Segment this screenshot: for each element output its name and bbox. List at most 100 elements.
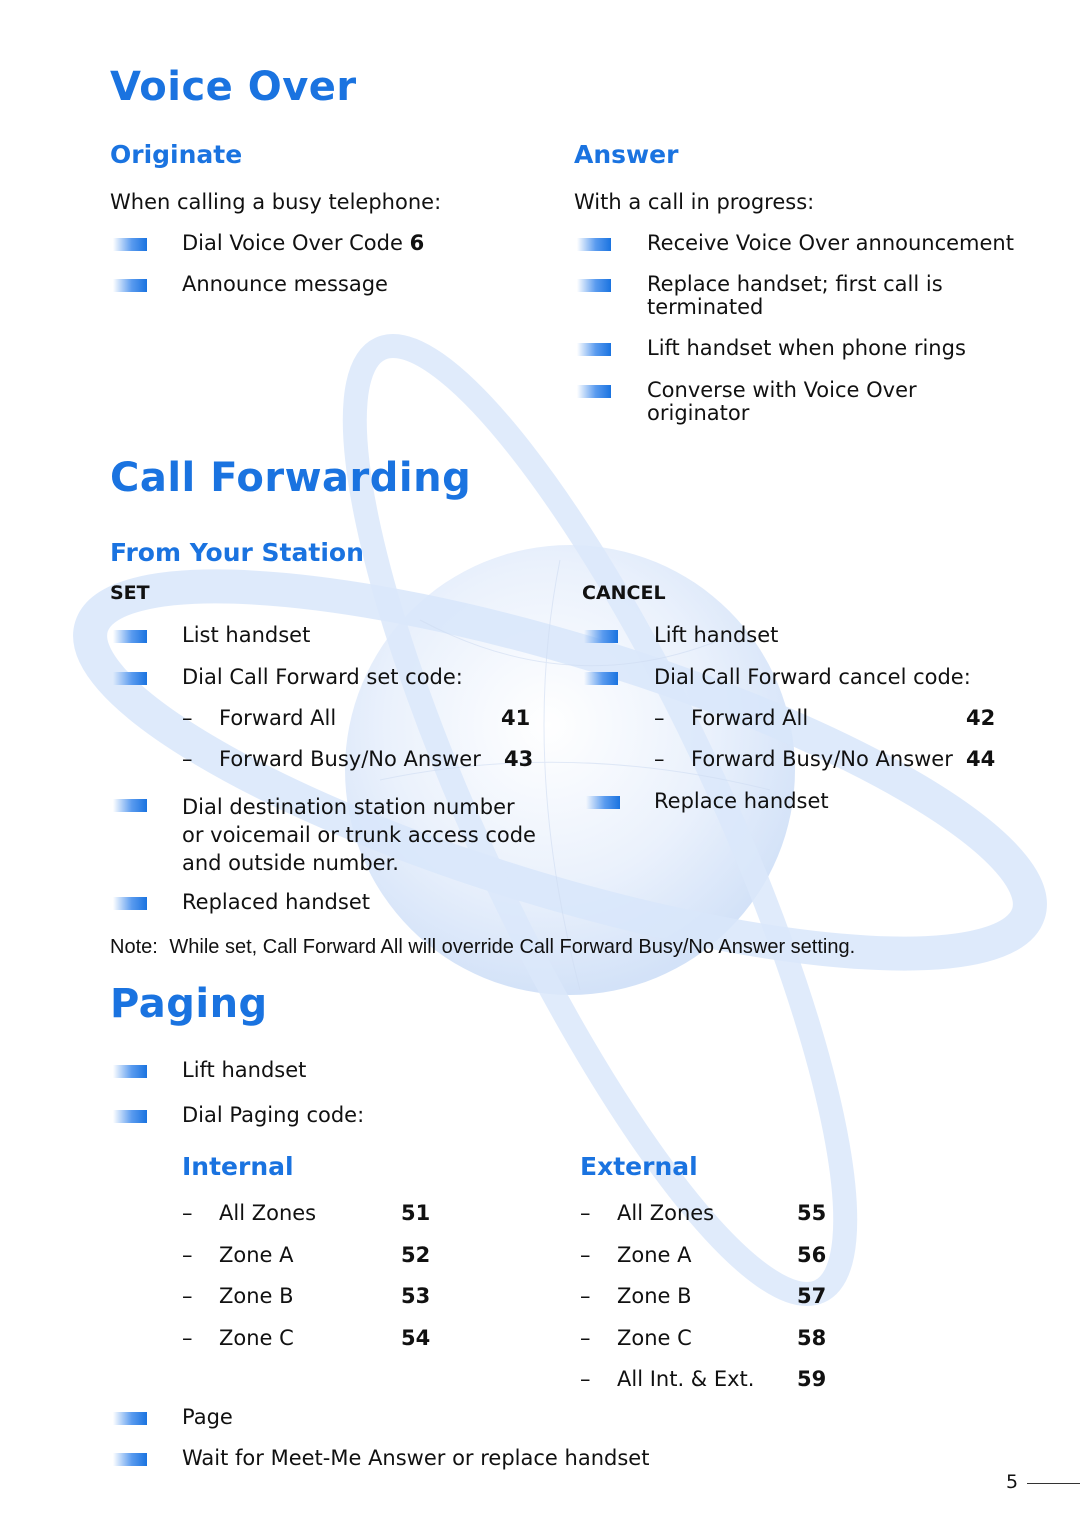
cancel-final-step: Replace handset <box>654 789 829 813</box>
paging-code-row: – Zone A 52 <box>182 1242 482 1286</box>
answer-heading: Answer <box>574 140 679 169</box>
internal-codes: – All Zones 51 – Zone A 52 – Zone B 53 – Zone C 54 <box>182 1202 482 1368</box>
paging-code-row: – Zone C 54 <box>182 1325 482 1369</box>
set-code-value: 41 <box>501 706 531 730</box>
zone-name: All Zones <box>617 1201 715 1225</box>
code-dash: – <box>580 1201 591 1225</box>
code-dash: – <box>182 1325 193 1350</box>
zone-code: 53 <box>401 1284 431 1308</box>
zone-code: 51 <box>401 1201 431 1225</box>
cancel-step-1: Lift handset <box>654 623 779 647</box>
paging-code-row: – Zone C 58 <box>580 1325 880 1369</box>
cancel-code-value: 44 <box>966 747 996 771</box>
originate-heading: Originate <box>110 140 243 169</box>
paging-step-1: Lift handset <box>182 1058 307 1082</box>
zone-name: Zone C <box>219 1325 294 1350</box>
note-text: While set, Call Forward All will overrid… <box>169 936 856 958</box>
bullet-icon <box>113 1110 147 1123</box>
step-line: and outside number. <box>182 851 399 875</box>
from-your-station-heading: From Your Station <box>110 538 364 567</box>
bullet-icon <box>113 1065 147 1078</box>
bullet-icon <box>113 1412 147 1425</box>
cancel-code-dash: – <box>654 747 665 771</box>
set-code-name: Forward Busy/No Answer <box>219 747 481 771</box>
set-code-name: Forward All <box>219 706 337 730</box>
set-step-dial-destination: Dial destination station number or voice… <box>182 793 536 877</box>
note-label: Note: <box>110 936 158 958</box>
paging-code-row: – All Int. & Ext. 59 <box>580 1368 880 1410</box>
answer-step-4: Converse with Voice Over originator <box>647 379 917 425</box>
cancel-code-dash: – <box>654 706 665 730</box>
set-code-dash: – <box>182 747 193 771</box>
paging-step-2: Dial Paging code: <box>182 1103 365 1127</box>
zone-name: Zone B <box>617 1284 692 1308</box>
step-line: terminated <box>647 295 764 319</box>
external-codes: – All Zones 55– Zone A 56– Zone B 57– Zone C 58–… <box>580 1202 880 1410</box>
external-heading: External <box>580 1152 698 1181</box>
bullet-icon <box>584 672 618 685</box>
answer-step-1: Receive Voice Over announcement <box>647 231 1014 255</box>
originate-step-2: Announce message <box>182 272 388 296</box>
code-dash: – <box>580 1325 591 1350</box>
set-code-value: 43 <box>504 747 534 771</box>
set-step-2: Dial Call Forward set code: <box>182 665 463 689</box>
zone-name: All Zones <box>219 1201 317 1225</box>
step-line: or voicemail or trunk access code <box>182 823 536 847</box>
zone-code: 52 <box>401 1242 431 1267</box>
bullet-icon <box>113 279 147 292</box>
cancel-code-value: 42 <box>966 706 996 730</box>
originate-step-1: Dial Voice Over Code 6 <box>182 232 424 255</box>
bullet-icon <box>577 343 611 356</box>
step-line: originator <box>647 401 750 425</box>
bullet-icon <box>577 385 611 398</box>
paging-code-row: – All Zones 51 <box>182 1202 482 1244</box>
paging-code-row: – Zone A 56 <box>580 1242 880 1286</box>
paging-final-step-1: Page <box>182 1405 233 1429</box>
zone-code: 59 <box>797 1367 827 1391</box>
zone-name: Zone A <box>617 1242 692 1267</box>
step-line: Converse with Voice Over <box>647 378 917 402</box>
zone-code: 56 <box>797 1242 827 1267</box>
step-line: Replace handset; first call is <box>647 272 943 296</box>
zone-name: All Int. & Ext. <box>617 1367 755 1391</box>
bullet-icon <box>113 897 147 910</box>
page-number-rule <box>1027 1483 1080 1484</box>
cancel-label: CANCEL <box>582 582 666 604</box>
answer-step-2: Replace handset; first call is terminated <box>647 273 943 319</box>
code-dash: – <box>182 1242 193 1267</box>
paging-code-row: – All Zones 55 <box>580 1202 880 1244</box>
bullet-icon <box>586 796 620 809</box>
code-dash: – <box>580 1367 591 1391</box>
set-label: SET <box>110 582 150 604</box>
bullet-icon <box>577 279 611 292</box>
zone-code: 55 <box>797 1201 827 1225</box>
originate-intro: When calling a busy telephone: <box>110 190 442 214</box>
bullet-icon <box>113 799 147 812</box>
code-dash: – <box>182 1201 193 1225</box>
cancel-step-2: Dial Call Forward cancel code: <box>654 665 971 689</box>
voice-over-title: Voice Over <box>110 64 357 110</box>
set-step-1: List handset <box>182 623 311 647</box>
answer-intro: With a call in progress: <box>574 190 815 214</box>
paging-code-row: – Zone B 57 <box>580 1285 880 1327</box>
step-text: Dial Voice Over Code <box>182 231 410 255</box>
bullet-icon <box>584 630 618 643</box>
paging-title: Paging <box>110 981 268 1027</box>
paging-final-step-2: Wait for Meet-Me Answer or replace hands… <box>182 1446 650 1470</box>
call-forwarding-title: Call Forwarding <box>110 455 472 501</box>
set-final-step: Replaced handset <box>182 890 370 914</box>
zone-name: Zone C <box>617 1325 692 1350</box>
step-line: Dial destination station number <box>182 795 515 819</box>
code-dash: – <box>182 1284 193 1308</box>
internal-heading: Internal <box>182 1152 294 1181</box>
bullet-icon <box>113 672 147 685</box>
cancel-code-name: Forward All <box>691 706 809 730</box>
bullet-icon <box>113 1453 147 1466</box>
note: Note: While set, Call Forward All will o… <box>110 936 855 959</box>
page-number: 5 <box>1006 1471 1019 1493</box>
voice-over-code: 6 <box>409 231 425 255</box>
cancel-code-name: Forward Busy/No Answer <box>691 747 953 771</box>
zone-name: Zone A <box>219 1242 294 1267</box>
set-code-dash: – <box>182 706 193 730</box>
zone-code: 57 <box>797 1284 827 1308</box>
